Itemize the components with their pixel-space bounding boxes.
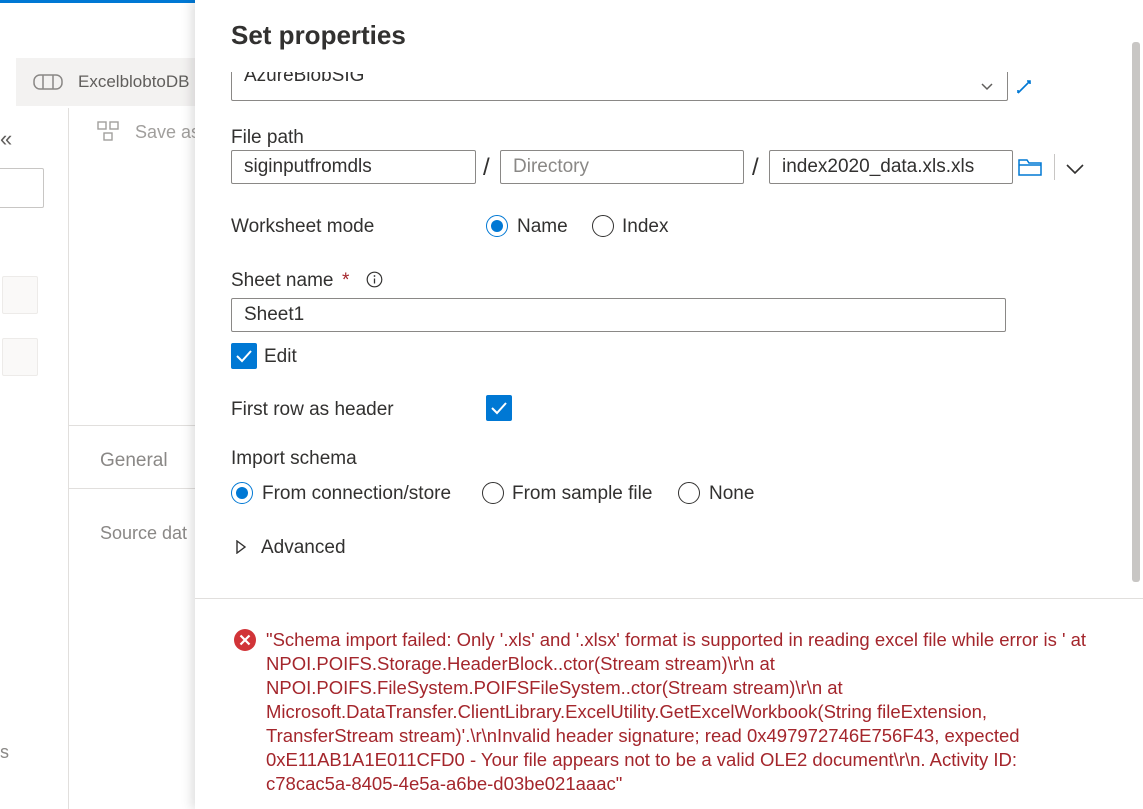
path-actions-divider [1054, 154, 1055, 180]
browse-folder-icon[interactable] [1017, 157, 1043, 182]
sheet-name-input[interactable]: Sheet1 [231, 298, 1006, 332]
required-marker: * [342, 270, 350, 291]
sheet-name-edit-label: Edit [264, 346, 297, 367]
chevron-down-icon[interactable] [1065, 162, 1085, 180]
first-row-header-checkbox[interactable] [486, 395, 512, 421]
tab-previous[interactable] [0, 58, 16, 106]
set-properties-panel: Set properties AzureBlobSIG File path si… [195, 0, 1143, 809]
worksheet-mode-name-label: Name [517, 216, 568, 237]
worksheet-mode-index-label: Index [622, 216, 669, 237]
pipeline-canvas[interactable] [69, 160, 195, 425]
import-schema-sample-label: From sample file [512, 483, 653, 504]
path-separator: / [752, 154, 759, 181]
tab-general[interactable]: General [100, 450, 168, 472]
chevron-down-icon [981, 78, 993, 96]
info-icon[interactable] [366, 271, 383, 293]
linked-service-value: AzureBlobSIG [244, 72, 365, 86]
error-divider [195, 598, 1143, 599]
error-message: "Schema import failed: Only '.xls' and '… [266, 629, 1087, 794]
edit-linked-service-icon[interactable] [1015, 78, 1035, 101]
advanced-toggle[interactable]: Advanced [261, 537, 346, 559]
import-schema-none-radio[interactable] [678, 482, 700, 504]
worksheet-mode-index-radio[interactable] [592, 215, 614, 237]
file-path-file-input[interactable]: index2020_data.xls.xls [769, 150, 1013, 184]
path-separator: / [483, 154, 490, 181]
import-schema-connection-radio[interactable] [231, 482, 253, 504]
first-row-header-label: First row as header [231, 399, 394, 420]
activity-node[interactable] [2, 276, 38, 314]
import-schema-label: Import schema [231, 448, 357, 469]
pipeline-icon [33, 73, 63, 96]
sheet-name-edit-checkbox[interactable] [231, 343, 257, 369]
pipeline-tab[interactable]: ExcelblobtoDB [78, 72, 190, 92]
worksheet-mode-label: Worksheet mode [231, 216, 375, 237]
file-path-directory-input[interactable]: Directory [500, 150, 744, 184]
expand-chevron-icon[interactable] [235, 539, 247, 559]
import-schema-sample-radio[interactable] [482, 482, 504, 504]
save-as-icon [96, 120, 120, 147]
linked-service-dropdown[interactable]: AzureBlobSIG [231, 72, 1008, 101]
scrollbar[interactable] [1132, 42, 1140, 582]
import-schema-none-label: None [709, 483, 755, 504]
error-icon [233, 628, 257, 657]
search-input[interactable] [0, 168, 44, 208]
source-dataset-label: Source dat [100, 523, 188, 543]
activity-node[interactable] [2, 338, 38, 376]
panel-title: Set properties [231, 20, 406, 50]
collapse-icon[interactable]: « [0, 126, 12, 152]
left-fragment-text: s [0, 742, 9, 762]
sheet-name-label: Sheet name [231, 270, 334, 291]
import-schema-connection-label: From connection/store [262, 483, 452, 504]
save-as-button[interactable]: Save as [135, 122, 200, 143]
worksheet-mode-name-radio[interactable] [486, 215, 508, 237]
file-path-container-input[interactable]: siginputfromdls [231, 150, 476, 184]
file-path-label: File path [231, 127, 304, 148]
